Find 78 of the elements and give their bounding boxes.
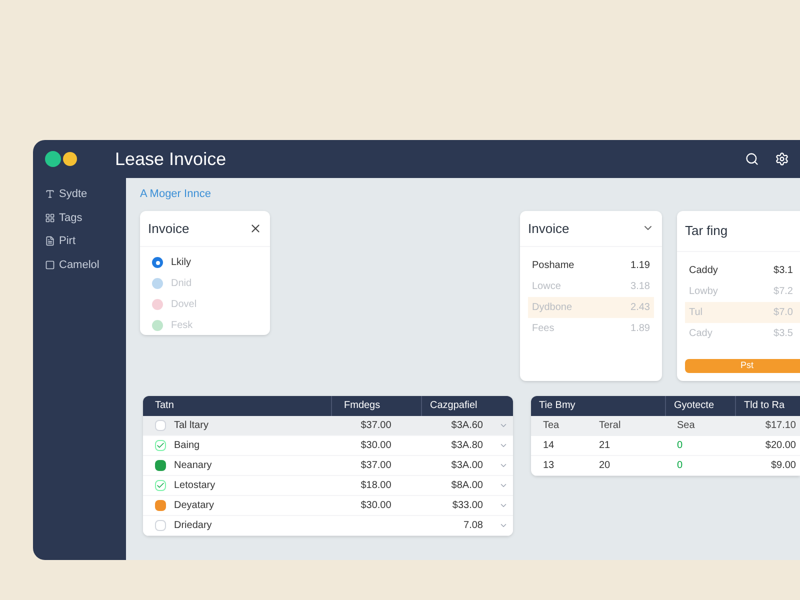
table-cell-text: $30.00: [360, 438, 392, 452]
table-cell-text: $20.00: [764, 438, 797, 452]
check-icon: [155, 440, 166, 450]
table-cell-text: $3A.80: [450, 438, 483, 452]
search-icon[interactable]: [745, 152, 759, 166]
table-cell-text: 13: [542, 458, 556, 472]
table-cell-text: $9.00: [770, 458, 797, 472]
sidebar-item[interactable]: Sydte: [59, 186, 88, 202]
table-cell-text: Letostary: [174, 478, 216, 492]
check-icon: [155, 480, 166, 490]
row-label: Tul: [689, 306, 703, 320]
square-icon: [45, 260, 55, 270]
option-label: Lkily: [171, 256, 192, 270]
row-value: $7.2: [774, 284, 793, 298]
option-label: Fesk: [171, 319, 193, 333]
table-cell-text: $33.00: [451, 498, 483, 512]
table-cell-text: Driedary: [174, 518, 212, 532]
checkbox[interactable]: [155, 520, 166, 530]
table-row[interactable]: Driedary 7.08: [143, 516, 513, 536]
card-title: Invoice: [528, 220, 570, 238]
row-label: Lowce: [532, 280, 561, 294]
window-title: Lease Invoice: [115, 148, 226, 170]
table-cell-text: 0: [676, 458, 684, 472]
letter-icon: [45, 189, 55, 200]
table-cell-text: $37.00: [360, 418, 392, 432]
table-cell-text: 14: [542, 438, 556, 452]
table-cell-text: 7.08: [462, 518, 483, 532]
row-value: 1.89: [630, 322, 650, 336]
table-cell-text: 21: [599, 438, 612, 452]
table-cell-text: $18.00: [360, 478, 392, 492]
value-row[interactable]: Poshame 1.19: [528, 255, 654, 276]
table-row[interactable]: Letostary $18.00 $8A.00: [143, 476, 513, 496]
table-row[interactable]: Baing $30.00 $3A.80: [143, 436, 513, 456]
option-label: Dnid: [171, 277, 192, 291]
column-header: Tatn: [154, 399, 175, 413]
sidebar-item[interactable]: Pirt: [59, 233, 76, 250]
checkbox[interactable]: [155, 420, 166, 430]
table-cell-text: Teral: [599, 419, 622, 433]
table-cell-text: $37.00: [360, 458, 392, 472]
table-cell-text: $3A.00: [450, 458, 483, 472]
table-cell-text: $17.10: [764, 419, 797, 433]
value-row[interactable]: Caddy $3.1: [685, 260, 800, 280]
row-value: $7.0: [774, 306, 793, 320]
grid-icon: [45, 212, 55, 223]
table-cell-text: Neanary: [174, 458, 212, 472]
close-icon[interactable]: [249, 222, 262, 235]
table-row[interactable]: Neanary $37.00 $3A.00: [143, 456, 513, 476]
table-row[interactable]: Deyatary $30.00 $33.00: [143, 496, 513, 516]
table-cell-text: Tal ltary: [174, 418, 208, 432]
row-value: $3.1: [774, 264, 793, 278]
row-label: Lowby: [689, 284, 718, 298]
card-title: Tar fing: [685, 222, 728, 238]
table-cell-text: 20: [599, 458, 612, 472]
row-value: 3.18: [630, 280, 650, 294]
panel-title: Invoice: [148, 220, 190, 238]
row-label: Fees: [532, 322, 554, 336]
table-row[interactable]: Tal ltary $37.00 $3A.60: [143, 416, 513, 436]
row-label: Caddy: [689, 264, 718, 278]
row-value: $3.5: [774, 326, 793, 340]
table-cell-text: $8A.00: [450, 478, 483, 492]
row-label: Poshame: [532, 259, 574, 273]
table-cell-text: $3A.60: [450, 418, 483, 432]
table-cell-text: $30.00: [360, 498, 392, 512]
settings-icon[interactable]: [775, 152, 789, 166]
table-cell-text: Deyatary: [174, 498, 214, 512]
sidebar-item[interactable]: Camelol: [59, 256, 100, 273]
sidebar-item[interactable]: Tags: [59, 210, 82, 226]
row-label: Dydbone: [532, 301, 572, 315]
row-value: 1.19: [630, 259, 650, 273]
table-cell-text: Baing: [174, 438, 200, 452]
row-label: Cady: [689, 326, 712, 340]
column-header: Tie Bmy: [538, 399, 576, 413]
document-icon: [45, 236, 55, 246]
table-cell-text: 0: [676, 438, 684, 452]
row-value: 2.43: [630, 301, 650, 315]
table-cell-text: Tea: [542, 419, 560, 433]
table-cell-text: Sea: [676, 419, 696, 433]
option-label: Dovel: [171, 298, 197, 312]
